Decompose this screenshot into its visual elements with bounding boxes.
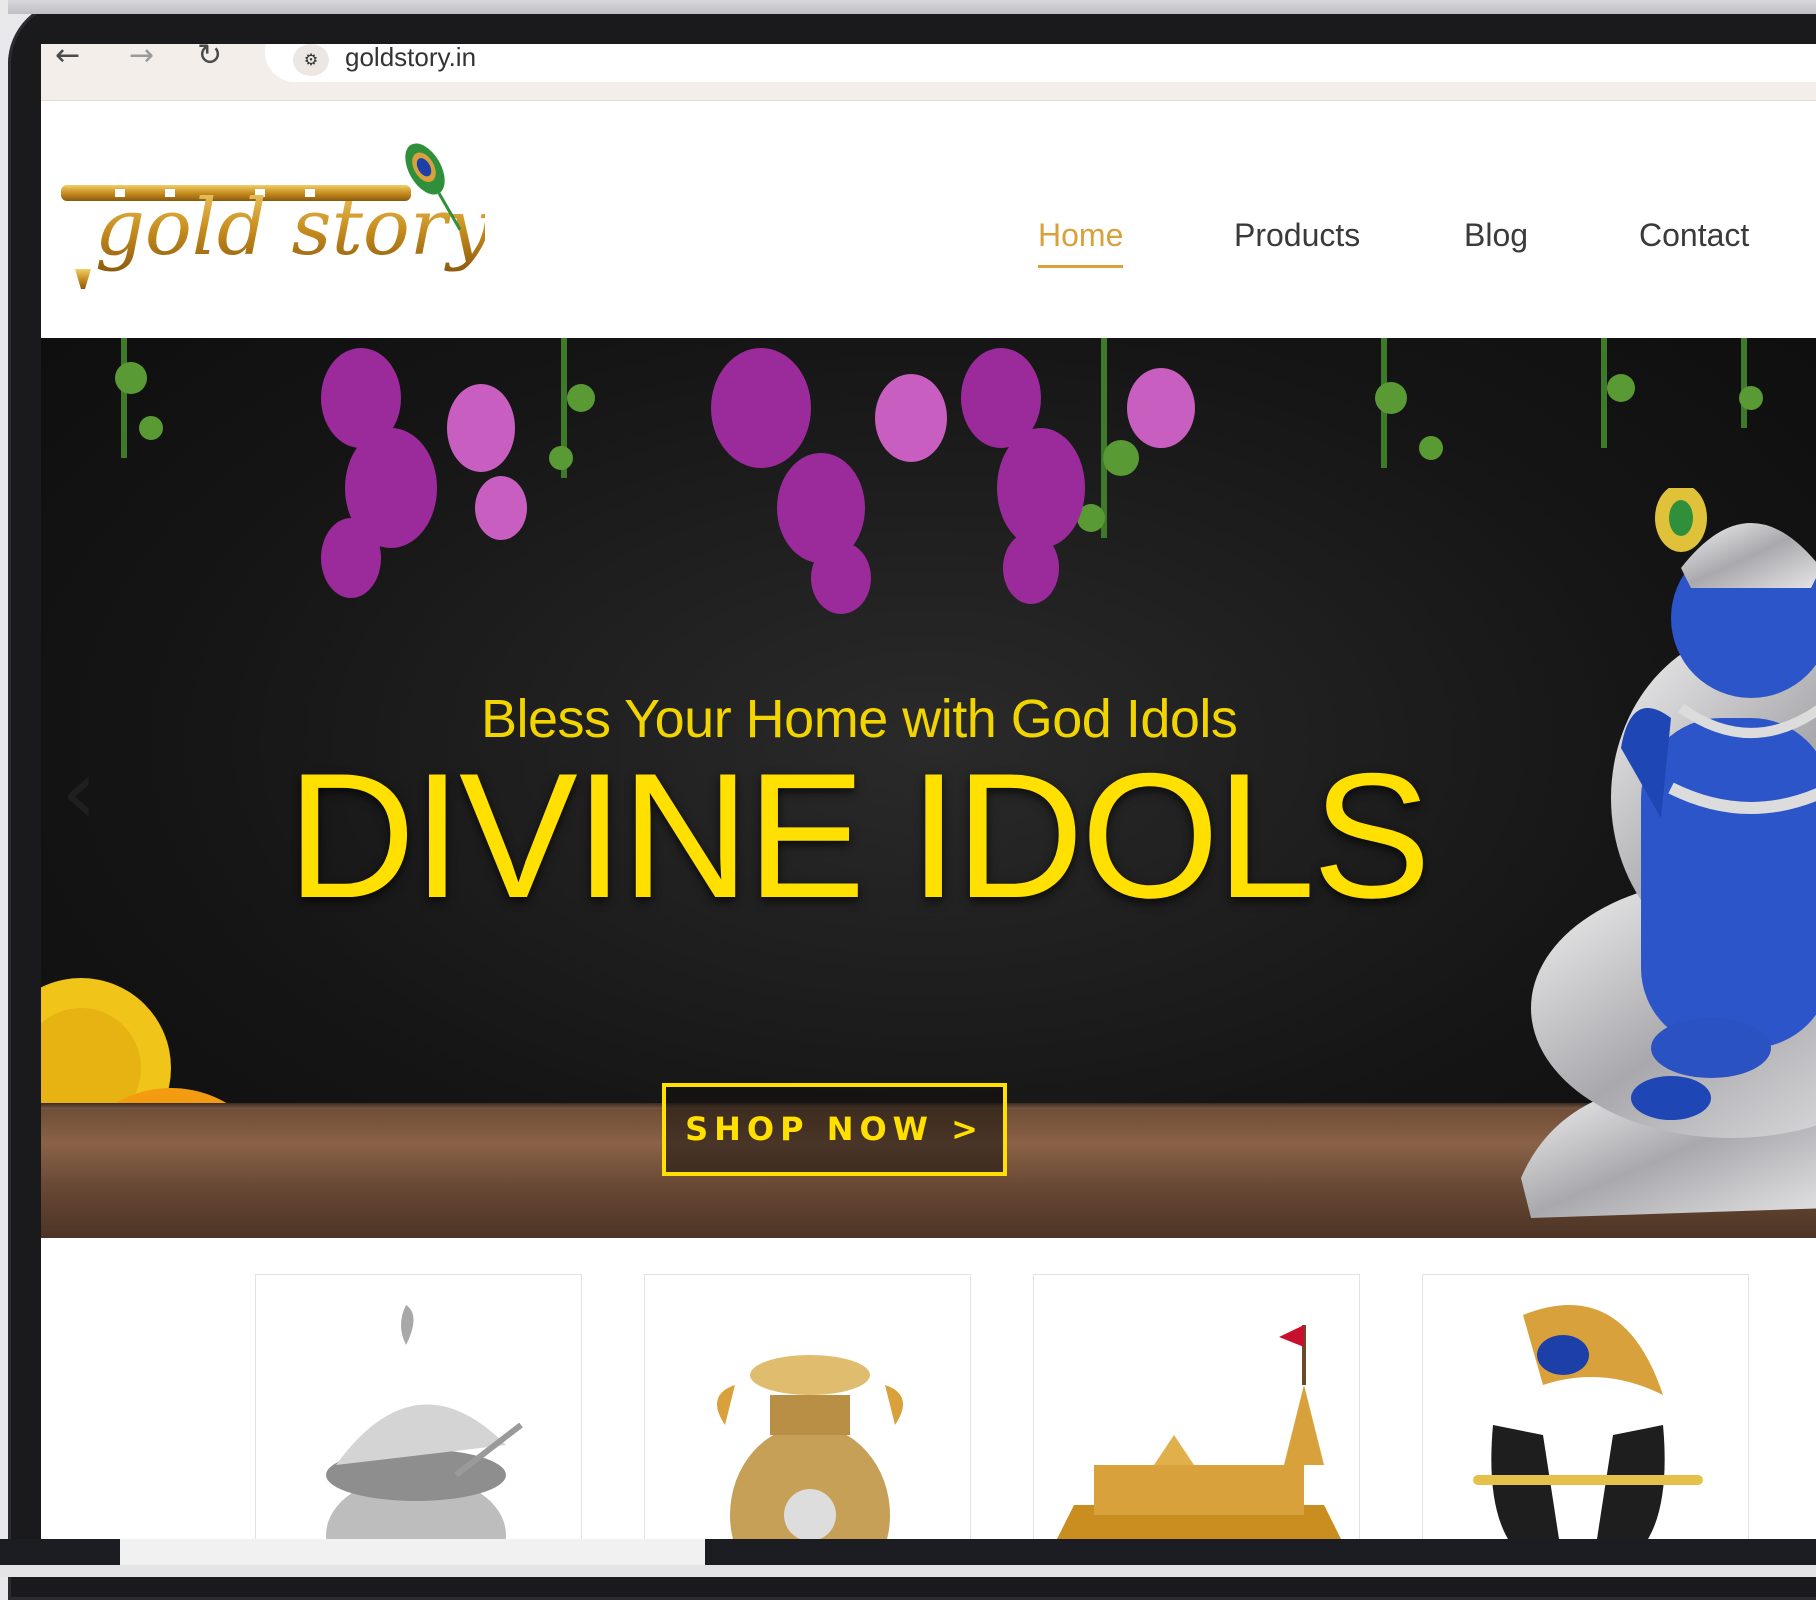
product-card-silver-peacock-bowl[interactable] (255, 1274, 582, 1544)
product-card-gold-kalash[interactable] (644, 1274, 971, 1544)
product-card-krishna-flute[interactable] (1422, 1274, 1749, 1544)
menu-label-contact: Contact (1639, 217, 1750, 253)
laptop-bottom-bezel (0, 1565, 1816, 1577)
menu-item-contact[interactable]: Contact (1639, 217, 1749, 254)
menu-label-blog: Blog (1464, 217, 1529, 253)
ram-mandir-model-image (1054, 1325, 1344, 1544)
product-card-ram-mandir[interactable] (1033, 1274, 1360, 1544)
gold-kalash-image (717, 1355, 903, 1544)
chevron-left-icon[interactable]: ‹ (61, 748, 111, 838)
browser-screen: ← → ↻ ⚙ goldstory.in gold story Home Pro… (41, 44, 1816, 1544)
reload-icon[interactable]: ↻ (197, 44, 222, 76)
forward-icon[interactable]: → (129, 44, 154, 76)
gold-story-logo[interactable]: gold story (55, 129, 485, 299)
url-text[interactable]: goldstory.in (345, 44, 476, 73)
product-grid (41, 1238, 1816, 1544)
silver-peacock-bowl-image (326, 1305, 523, 1544)
site-settings-icon[interactable]: ⚙ (293, 44, 329, 76)
logo-text: gold story (95, 183, 485, 273)
address-bar[interactable]: ⚙ goldstory.in (265, 44, 1816, 82)
hero-title: DIVINE IDOLS (287, 736, 1431, 935)
menu-label-products: Products (1234, 217, 1361, 253)
back-icon[interactable]: ← (55, 44, 80, 76)
shop-now-button[interactable]: SHOP NOW > (662, 1083, 1007, 1176)
site-header: gold story Home Products Blog Contact (41, 101, 1816, 338)
laptop-top-edge (8, 0, 1816, 14)
krishna-idol-image (1521, 488, 1816, 1218)
menu-item-home[interactable]: Home (1038, 217, 1124, 268)
menu-label-home: Home (1038, 217, 1124, 253)
krishna-flute-feather-image (1473, 1305, 1703, 1544)
menu-item-blog[interactable]: Blog (1464, 217, 1528, 254)
hero-banner: Bless Your Home with God Idols DIVINE ID… (41, 338, 1816, 1238)
browser-toolbar: ← → ↻ ⚙ goldstory.in (41, 44, 1816, 101)
menu-item-products[interactable]: Products (1234, 217, 1360, 254)
active-underline (1038, 265, 1124, 268)
